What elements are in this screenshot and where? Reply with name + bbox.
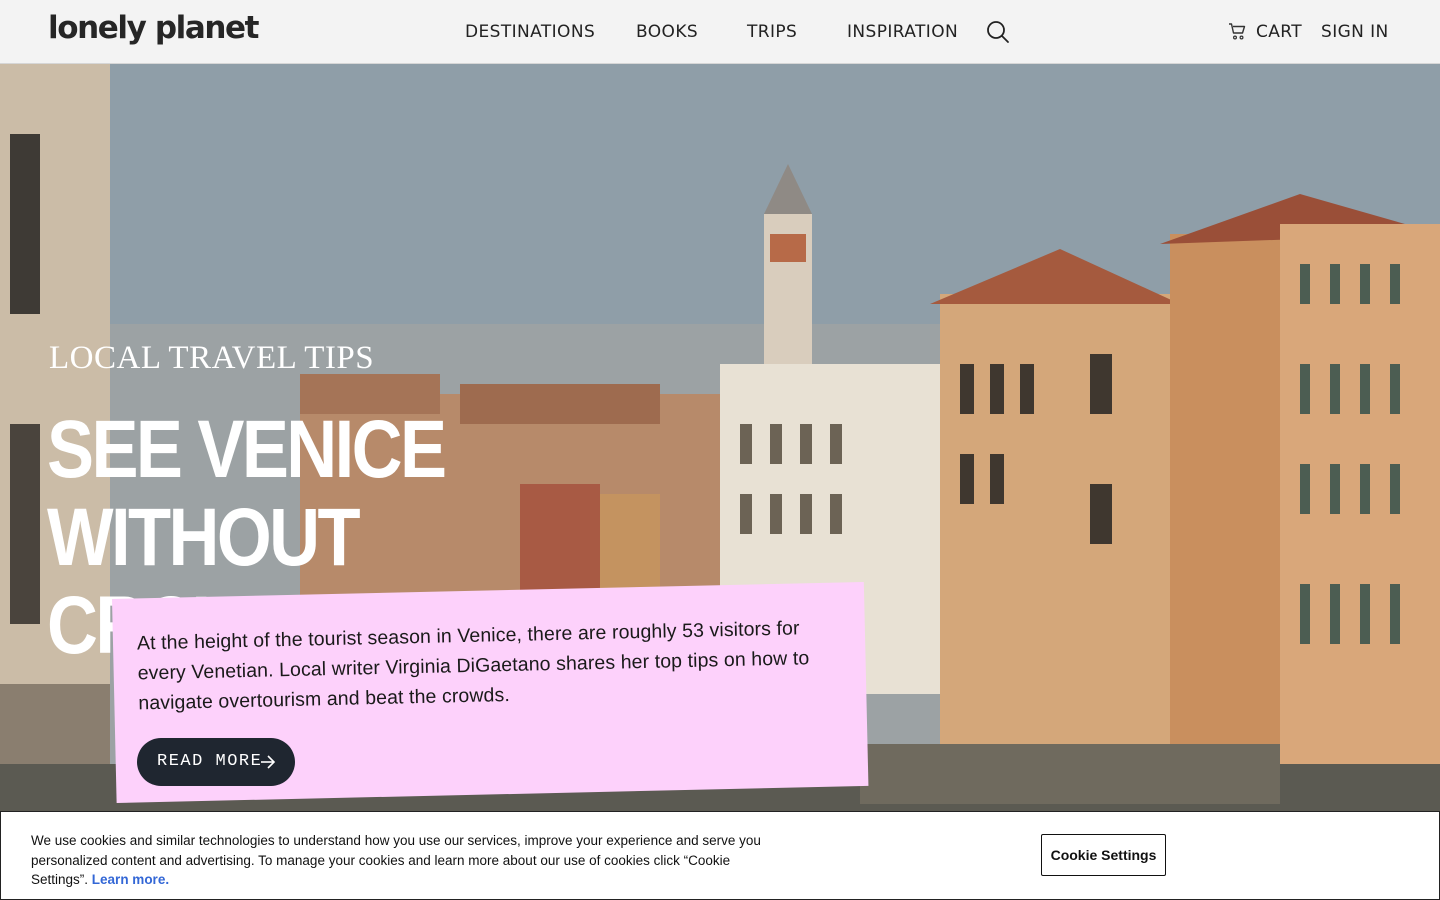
read-more-button[interactable]: READ MORE: [137, 738, 295, 786]
nav-trips[interactable]: TRIPS: [747, 22, 797, 42]
cookie-banner: We use cookies and similar technologies …: [0, 811, 1440, 900]
hero-section: LOCAL TRAVEL TIPS SEE VENICE WITHOUT CRO…: [0, 64, 1440, 900]
sign-in-link[interactable]: SIGN IN: [1321, 22, 1389, 42]
cookie-text-block: We use cookies and similar technologies …: [31, 831, 761, 890]
read-more-label: READ MORE: [157, 752, 263, 771]
nav-destinations[interactable]: DESTINATIONS: [465, 22, 595, 42]
site-logo[interactable]: lonely planet: [48, 10, 259, 46]
learn-more-link[interactable]: Learn more.: [92, 872, 169, 887]
site-header: lonely planet DESTINATIONS BOOKS TRIPS I…: [0, 0, 1440, 64]
cookie-settings-button[interactable]: Cookie Settings: [1041, 834, 1166, 876]
hero-description: At the height of the tourist season in V…: [136, 617, 810, 715]
cart-icon: [1229, 23, 1246, 40]
cart-label: CART: [1256, 22, 1303, 42]
hero-eyebrow: LOCAL TRAVEL TIPS: [49, 340, 375, 376]
arrow-right-icon: [261, 755, 276, 769]
nav-inspiration[interactable]: INSPIRATION: [847, 22, 958, 42]
nav-books[interactable]: BOOKS: [636, 22, 698, 42]
search-icon[interactable]: [986, 20, 1010, 44]
